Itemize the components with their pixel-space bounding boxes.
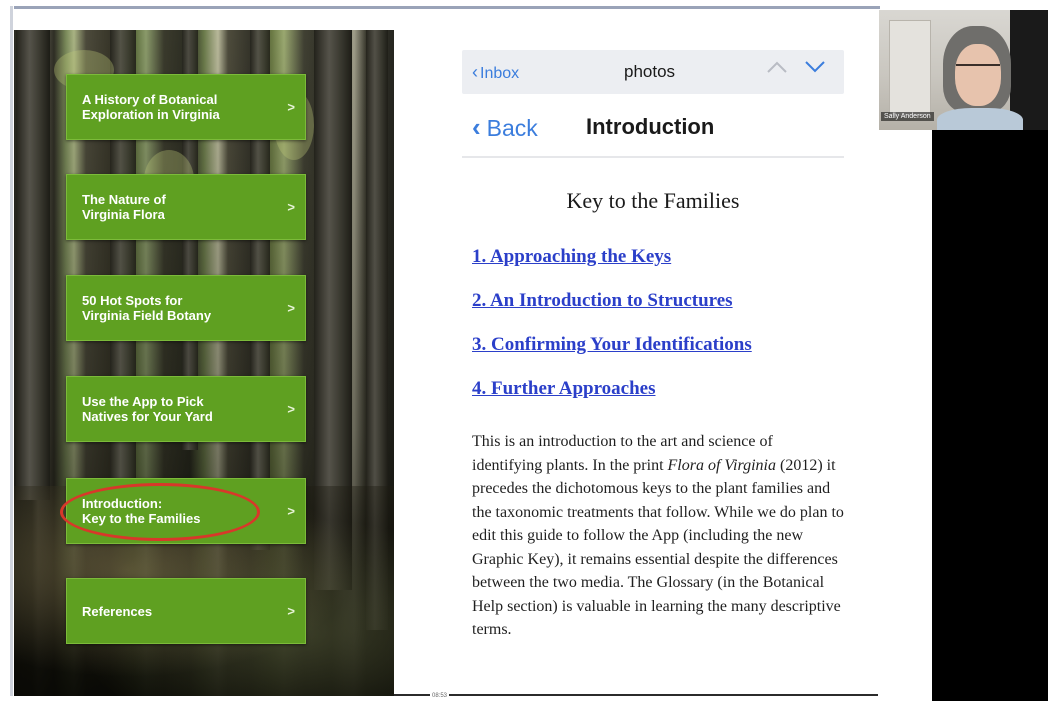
- chevron-left-icon: ‹: [472, 62, 478, 82]
- menu-item-pick-natives[interactable]: Use the App to Pick Natives for Your Yar…: [66, 376, 306, 442]
- mail-header-bar: ‹ Inbox photos: [462, 50, 844, 94]
- top-divider: [14, 6, 880, 9]
- navigation-bar: ‹ Back Introduction: [462, 102, 844, 158]
- screen-share-frame: A History of Botanical Exploration in Vi…: [0, 0, 1048, 701]
- link-further-approaches[interactable]: 4. Further Approaches: [472, 378, 656, 400]
- menu-item-nature-virginia-flora[interactable]: The Nature of Virginia Flora >: [66, 174, 306, 240]
- chevron-right-icon: >: [287, 503, 295, 519]
- menu-item-references[interactable]: References >: [66, 578, 306, 644]
- bottom-divider: [394, 694, 878, 696]
- inbox-back-label: Inbox: [480, 65, 520, 82]
- back-button[interactable]: ‹ Back: [472, 112, 538, 143]
- left-edge-bar: [10, 6, 13, 696]
- chevron-right-icon: >: [287, 603, 295, 619]
- link-approaching-keys[interactable]: 1. Approaching the Keys: [472, 246, 671, 268]
- webcam-thumbnail[interactable]: Sally Anderson: [879, 10, 1048, 130]
- chevron-down-icon[interactable]: [804, 59, 826, 80]
- reader-panel: ‹ Inbox photos ‹ Back Introduction Key to …: [394, 10, 878, 696]
- tree-trunk: [16, 30, 50, 500]
- document-body-text: This is an introduction to the art and s…: [472, 430, 844, 642]
- link-introduction-structures[interactable]: 2. An Introduction to Structures: [472, 290, 733, 312]
- menu-item-50-hot-spots[interactable]: 50 Hot Spots for Virginia Field Botany >: [66, 275, 306, 341]
- menu-item-label: References: [82, 603, 153, 619]
- black-video-area: [932, 130, 1048, 701]
- chevron-right-icon: >: [287, 401, 295, 417]
- chevron-left-icon: ‹: [472, 112, 481, 142]
- chevron-right-icon: >: [287, 300, 295, 316]
- menu-item-label: A History of Botanical Exploration in Vi…: [82, 92, 220, 122]
- background-door: [889, 20, 931, 117]
- page-title: Introduction: [586, 114, 715, 139]
- link-confirming-identifications[interactable]: 3. Confirming Your Identifications: [472, 334, 752, 356]
- menu-item-label: The Nature of Virginia Flora: [82, 192, 166, 222]
- chevron-right-icon: >: [287, 99, 295, 115]
- menu-item-label: Introduction: Key to the Families: [82, 496, 201, 526]
- document-title: Key to the Families: [566, 188, 740, 213]
- menu-item-label: 50 Hot Spots for Virginia Field Botany: [82, 293, 212, 323]
- menu-item-label: Use the App to Pick Natives for Your Yar…: [82, 394, 213, 424]
- back-label: Back: [486, 115, 538, 141]
- chevron-right-icon: >: [287, 199, 295, 215]
- timestamp: 08:53: [430, 693, 450, 699]
- menu-item-introduction-key-families[interactable]: Introduction: Key to the Families >: [66, 478, 306, 544]
- mail-title: photos: [624, 62, 676, 81]
- inbox-back-button[interactable]: ‹ Inbox: [472, 62, 519, 83]
- body-text-part: (2012) it precedes the dichotomous keys …: [472, 456, 844, 639]
- menu-item-history-botanical-exploration[interactable]: A History of Botanical Exploration in Vi…: [66, 74, 306, 140]
- glasses-icon: [956, 64, 1000, 76]
- chevron-up-icon[interactable]: [766, 59, 788, 80]
- participant-name-label: Sally Anderson: [881, 112, 934, 121]
- participant-shirt: [937, 108, 1023, 130]
- body-text-italic-title: Flora of Virginia: [667, 456, 776, 474]
